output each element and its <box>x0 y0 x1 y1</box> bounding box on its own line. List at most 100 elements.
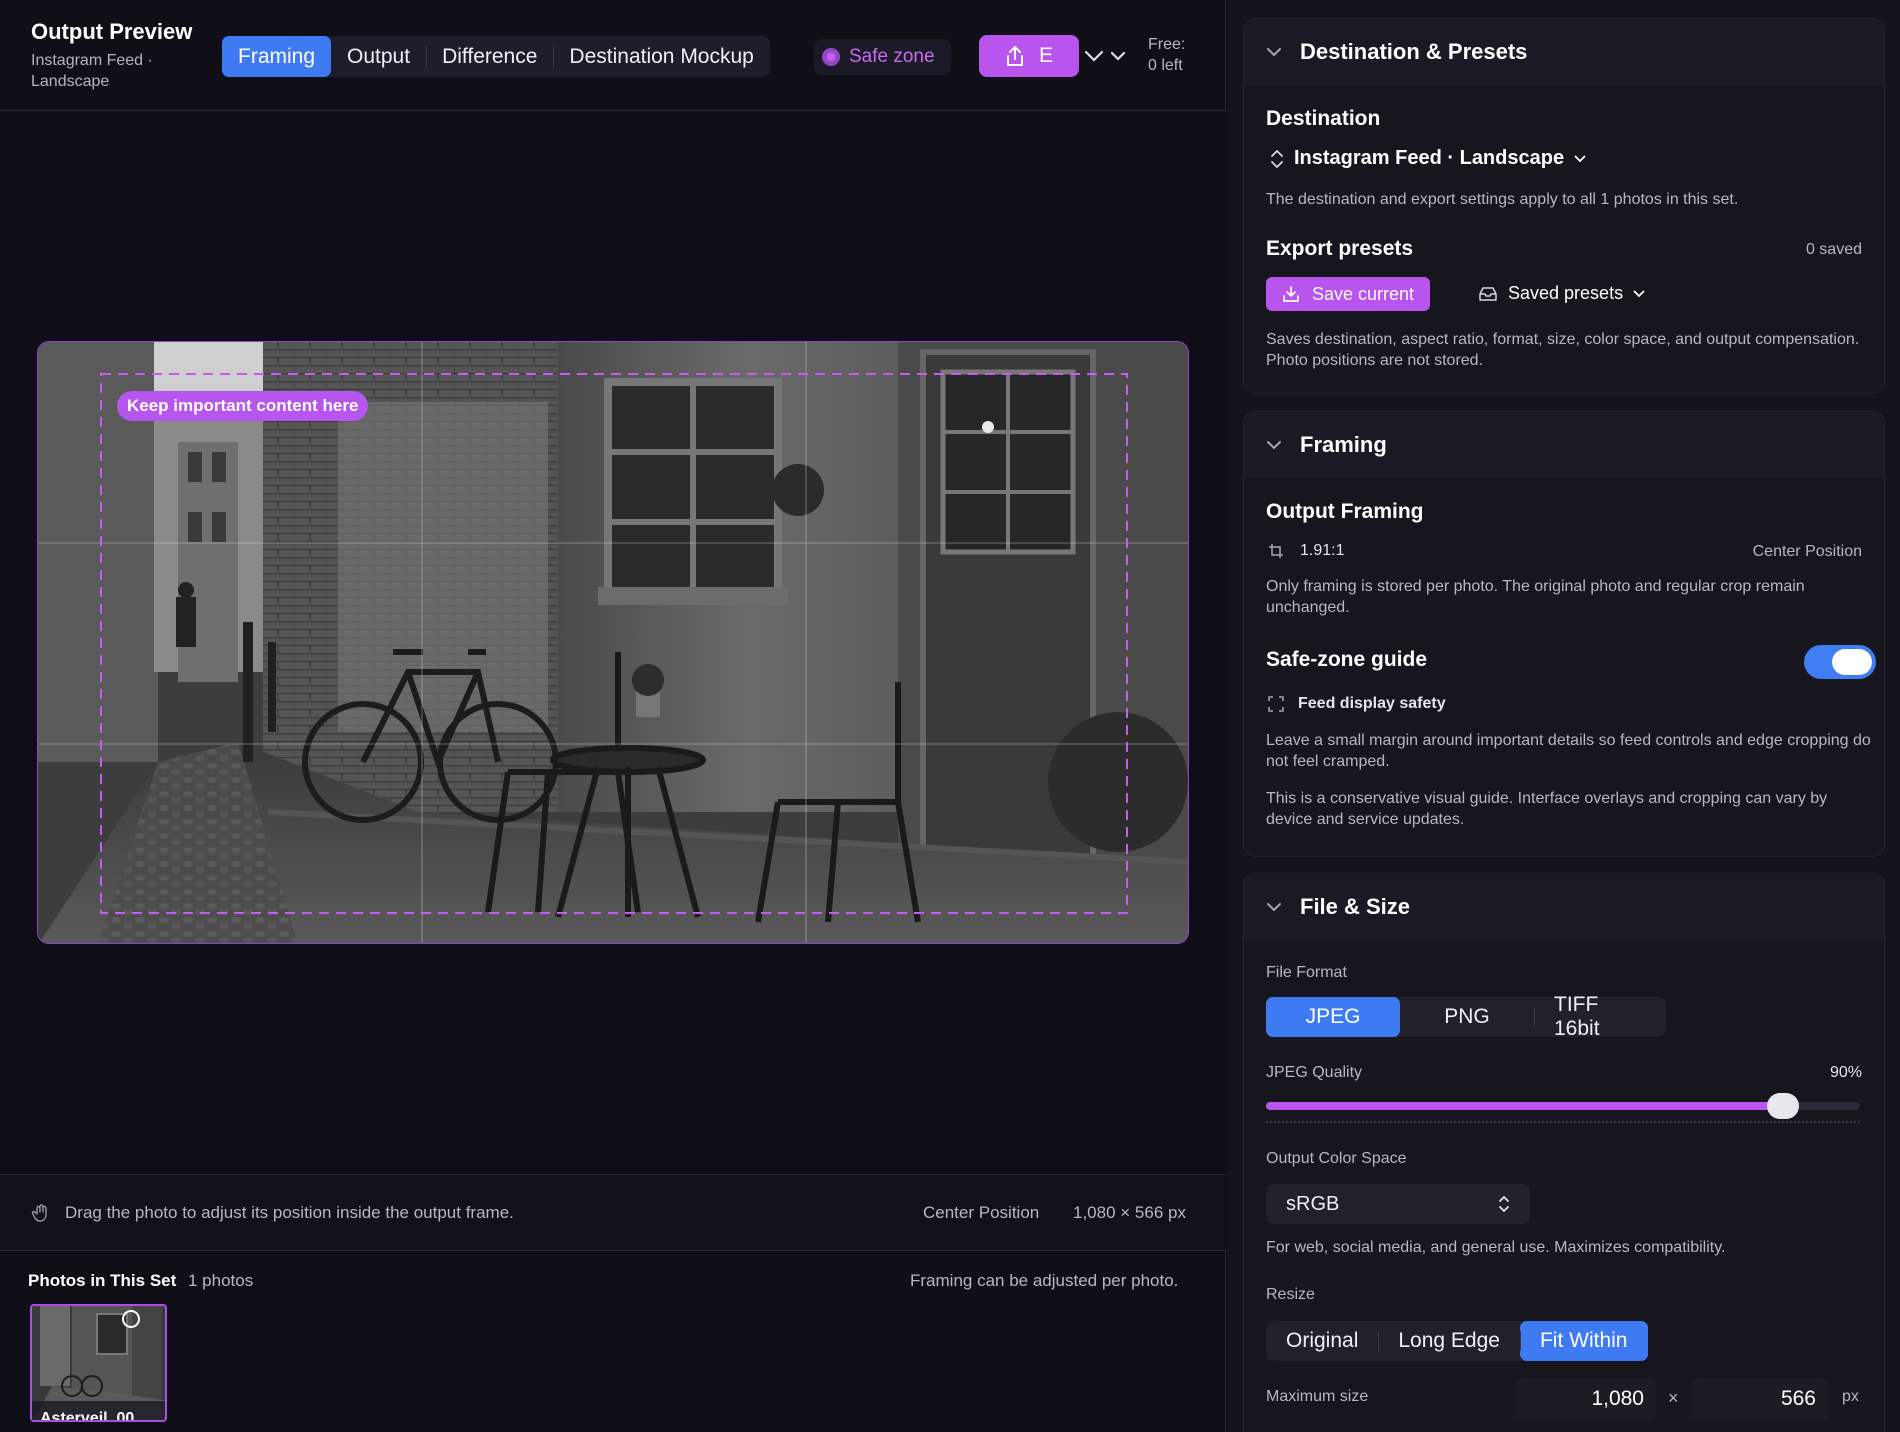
view-tabs: Framing Output Difference Destination Mo… <box>222 36 770 77</box>
position-readout: Center Position <box>923 1203 1040 1222</box>
destination-value: Instagram Feed · Landscape <box>1294 147 1565 169</box>
color-space-note: For web, social media, and general use. … <box>1266 1239 1726 1256</box>
thumbnail-label: Asterveil_00 <box>40 1410 135 1422</box>
chevron-down-icon <box>1110 51 1126 61</box>
resize-option-original[interactable]: Original <box>1266 1321 1378 1361</box>
destination-section-title: Destination & Presets <box>1300 39 1528 64</box>
save-current-label: Save current <box>1312 283 1415 304</box>
destination-section-header[interactable]: Destination & Presets <box>1244 19 1884 85</box>
color-space-value: sRGB <box>1286 1192 1340 1215</box>
chevron-down-icon <box>1633 289 1645 297</box>
safe-zone-guide-label: Safe-zone guide <box>1266 648 1428 671</box>
chevron-down-icon <box>1267 903 1281 912</box>
conservative-guide-note: This is a conservative visual guide. Int… <box>1266 790 1828 828</box>
destination-label: Destination <box>1266 107 1381 130</box>
chevron-down-icon <box>1267 48 1281 57</box>
free-label: Free: <box>1148 36 1186 53</box>
framing-card: Framing Output Framing 1.91:1 Center Pos… <box>1243 411 1885 857</box>
frame-corners-icon <box>1268 696 1284 712</box>
page-title: Output Preview <box>31 19 193 44</box>
safe-zone-guide-toggle[interactable] <box>1804 645 1876 679</box>
file-size-section-header[interactable]: File & Size <box>1244 874 1884 940</box>
file-size-card: File & Size File Format JPEG PNG TIFF 16… <box>1243 873 1885 1432</box>
export-button[interactable]: E <box>979 35 1079 77</box>
framing-section-header[interactable]: Framing <box>1244 412 1884 478</box>
max-width-input[interactable]: 1,080 <box>1516 1378 1656 1420</box>
max-height-input[interactable]: 566 <box>1692 1378 1828 1420</box>
settings-panel: Destination & Presets Destination Instag… <box>1227 0 1900 1432</box>
updown-icon <box>1499 1195 1509 1213</box>
destination-note: The destination and export settings appl… <box>1266 191 1739 208</box>
free-value: 0 left <box>1148 57 1183 74</box>
save-icon <box>1283 286 1299 302</box>
resize-option-long-edge[interactable]: Long Edge <box>1378 1321 1520 1361</box>
jpeg-quality-slider[interactable] <box>1266 1093 1860 1119</box>
photo-set-note: Framing can be adjusted per photo. <box>910 1271 1179 1290</box>
dimensions-readout: 1,080 × 566 px <box>1073 1203 1186 1222</box>
drag-hint: Drag the photo to adjust its position in… <box>65 1203 514 1222</box>
file-format-selector: JPEG PNG TIFF 16bit <box>1266 993 1666 1040</box>
destination-presets-card: Destination & Presets Destination Instag… <box>1243 18 1885 394</box>
updown-icon <box>1271 149 1283 168</box>
hand-drag-icon <box>31 1204 47 1222</box>
resize-option-fit-within[interactable]: Fit Within <box>1519 1321 1648 1361</box>
presets-saved-count: 0 saved <box>1805 241 1862 258</box>
jpeg-quality-handle[interactable] <box>1767 1093 1799 1119</box>
status-bar: Drag the photo to adjust its position in… <box>0 1174 1226 1251</box>
tab-difference[interactable]: Difference <box>426 36 553 77</box>
street-photo-image <box>38 342 1188 943</box>
jpeg-quality-label: JPEG Quality <box>1266 1064 1363 1081</box>
destination-select[interactable]: Instagram Feed · Landscape <box>1270 147 1586 170</box>
photo-set-count: 1 photos <box>188 1271 254 1290</box>
safe-zone-label: Safe zone <box>849 46 935 67</box>
feed-safety-note: Leave a small margin around important de… <box>1266 732 1871 770</box>
aspect-ratio-readout: 1.91:1 <box>1268 542 1344 560</box>
file-size-section-title: File & Size <box>1300 894 1411 919</box>
feed-safety-label: Feed display safety <box>1298 695 1446 712</box>
safe-zone-dot-icon <box>822 48 840 66</box>
output-framing-label: Output Framing <box>1266 500 1424 523</box>
select-circle-icon[interactable] <box>122 1310 140 1328</box>
maximum-size-label: Maximum size <box>1266 1388 1369 1405</box>
jpeg-quality-fill <box>1266 1102 1783 1110</box>
export-presets-label: Export presets <box>1266 237 1414 260</box>
save-current-button[interactable]: Save current <box>1266 277 1431 311</box>
tab-output[interactable]: Output <box>331 36 426 77</box>
preview-toolbar: Output Preview Instagram Feed · Landscap… <box>0 0 1226 111</box>
color-space-select[interactable]: sRGB <box>1266 1184 1530 1224</box>
framing-section-title: Framing <box>1300 432 1387 457</box>
export-label: E <box>1038 44 1053 67</box>
preview-pane: Output Preview Instagram Feed · Landscap… <box>0 0 1226 1432</box>
resize-selector: Original Long Edge Fit Within <box>1266 1321 1648 1361</box>
times-sign: × <box>1668 1388 1679 1408</box>
slider-ticks <box>1266 1121 1860 1123</box>
safe-zone-toggle-button[interactable]: Safe zone <box>814 39 951 75</box>
thumbnail-image <box>32 1306 165 1420</box>
aspect-ratio-value: 1.91:1 <box>1300 542 1345 559</box>
photo-thumbnail[interactable]: Asterveil_00 <box>30 1304 167 1422</box>
chevron-down-icon <box>1267 441 1281 450</box>
format-option-jpeg[interactable]: JPEG <box>1266 997 1400 1037</box>
resize-label: Resize <box>1266 1286 1315 1303</box>
share-icon <box>1006 46 1023 66</box>
framing-note: Only framing is stored per photo. The or… <box>1266 578 1805 616</box>
chevron-down-icon <box>1574 154 1586 162</box>
chevron-down-icon <box>1084 50 1104 62</box>
page-subtitle: Instagram Feed · Landscape <box>31 52 153 90</box>
file-format-label: File Format <box>1266 964 1347 981</box>
size-unit: px <box>1842 1388 1859 1405</box>
saved-presets-label: Saved presets <box>1508 283 1624 303</box>
saved-presets-dropdown[interactable]: Saved presets <box>1478 283 1645 304</box>
framing-position: Center Position <box>1752 543 1862 560</box>
tab-framing[interactable]: Framing <box>222 36 332 77</box>
presets-note: Saves destination, aspect ratio, format,… <box>1266 331 1860 369</box>
free-exports-counter: Free: 0 left <box>1148 34 1185 76</box>
crop-icon <box>1269 544 1283 558</box>
feed-display-safety: Feed display safety <box>1268 695 1446 713</box>
color-space-label: Output Color Space <box>1266 1150 1407 1167</box>
format-option-tiff[interactable]: TIFF 16bit <box>1534 993 1666 1040</box>
export-options-dropdown[interactable] <box>1084 43 1132 69</box>
tab-destination-mockup[interactable]: Destination Mockup <box>553 36 769 77</box>
framing-photo[interactable] <box>37 341 1189 944</box>
format-option-png[interactable]: PNG <box>1400 997 1534 1037</box>
